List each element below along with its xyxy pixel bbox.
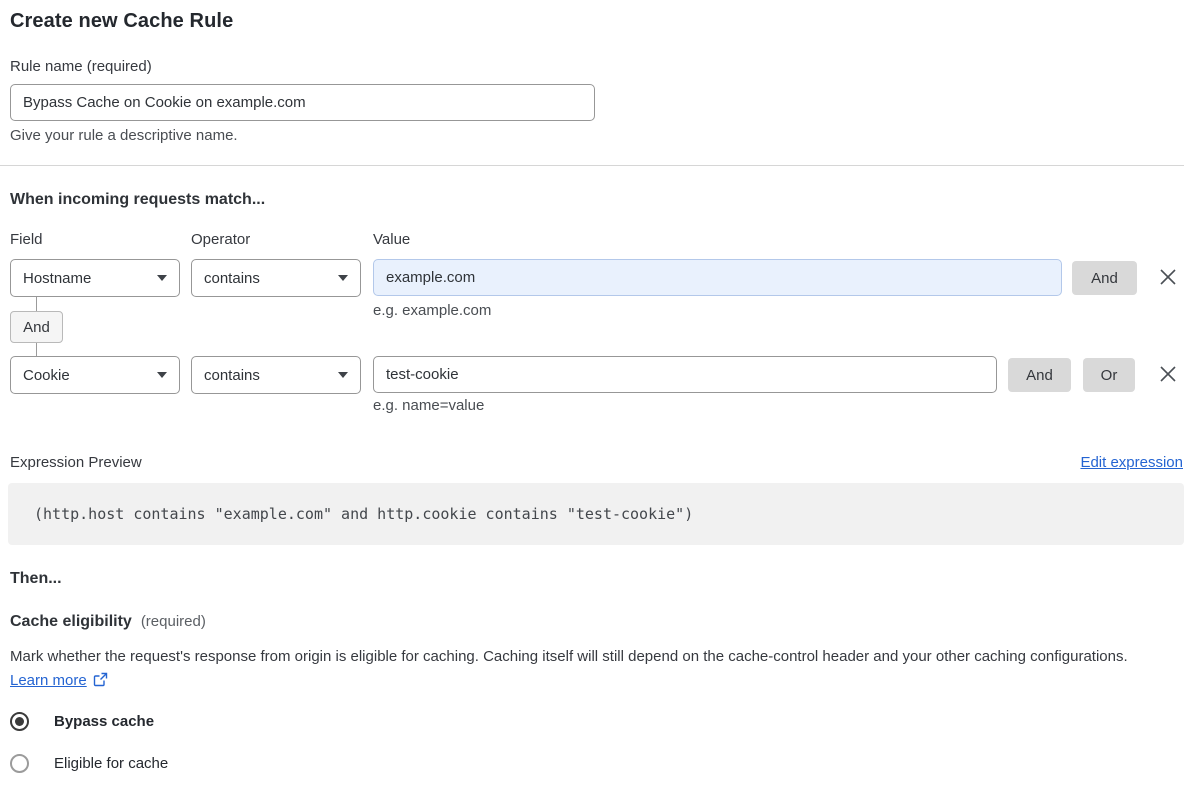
- radio-dot: [15, 717, 24, 726]
- operator-select-row1[interactable]: contains: [191, 259, 361, 297]
- connector-and-button[interactable]: And: [10, 311, 63, 343]
- remove-row2-button[interactable]: [1154, 360, 1182, 388]
- value-hint-row1: e.g. example.com: [373, 302, 492, 319]
- field-select-row1-value: Hostname: [23, 269, 92, 287]
- radio-option-bypass-cache[interactable]: Bypass cache: [10, 712, 154, 731]
- chevron-down-icon: [338, 372, 348, 378]
- column-label-operator: Operator: [191, 231, 251, 248]
- cache-eligibility-description: Mark whether the request's response from…: [10, 645, 1170, 693]
- create-cache-rule-page: Create new Cache Rule Rule name (require…: [0, 0, 1200, 793]
- and-button-row1[interactable]: And: [1072, 261, 1137, 295]
- radio-unselected-icon[interactable]: [10, 754, 29, 773]
- chevron-down-icon: [157, 275, 167, 281]
- radio-selected-icon[interactable]: [10, 712, 29, 731]
- value-input-row1[interactable]: [373, 259, 1062, 296]
- value-hint-row2: e.g. name=value: [373, 397, 485, 414]
- expression-preview-label: Expression Preview: [10, 454, 142, 471]
- rule-name-input[interactable]: [10, 84, 595, 121]
- expression-code-block: (http.host contains "example.com" and ht…: [8, 483, 1184, 545]
- cache-eligibility-heading: Cache eligibility: [10, 613, 132, 630]
- column-label-value: Value: [373, 231, 411, 248]
- operator-select-row1-value: contains: [204, 269, 260, 287]
- required-tag: (required): [140, 613, 206, 630]
- operator-select-row2[interactable]: contains: [191, 356, 361, 394]
- connector-line-bottom: [36, 343, 37, 356]
- field-select-row2[interactable]: Cookie: [10, 356, 180, 394]
- rule-name-label: Rule name (required): [10, 58, 152, 75]
- close-icon: [1160, 269, 1176, 285]
- connector-line-top: [36, 297, 37, 311]
- radio-label-eligible-for-cache: Eligible for cache: [54, 755, 169, 772]
- external-link-icon[interactable]: [93, 672, 108, 687]
- close-icon: [1160, 366, 1176, 382]
- or-button-row2[interactable]: Or: [1083, 358, 1135, 392]
- expression-code: (http.host contains "example.com" and ht…: [34, 505, 694, 523]
- rule-name-helper: Give your rule a descriptive name.: [10, 127, 238, 144]
- description-text: Mark whether the request's response from…: [10, 648, 1128, 665]
- and-button-row2[interactable]: And: [1008, 358, 1071, 392]
- radio-label-bypass-cache: Bypass cache: [54, 713, 155, 730]
- edit-expression-link[interactable]: Edit expression: [1080, 454, 1183, 471]
- page-title: Create new Cache Rule: [10, 10, 234, 32]
- field-select-row1[interactable]: Hostname: [10, 259, 180, 297]
- section-divider: [0, 165, 1184, 166]
- field-select-row2-value: Cookie: [23, 366, 70, 384]
- chevron-down-icon: [338, 275, 348, 281]
- radio-option-eligible-for-cache[interactable]: Eligible for cache: [10, 754, 168, 773]
- column-label-field: Field: [10, 231, 43, 248]
- learn-more-link[interactable]: Learn more: [10, 672, 87, 689]
- match-heading: When incoming requests match...: [10, 191, 266, 208]
- value-input-row2[interactable]: [373, 356, 997, 393]
- then-heading: Then...: [10, 570, 62, 587]
- operator-select-row2-value: contains: [204, 366, 260, 384]
- chevron-down-icon: [157, 372, 167, 378]
- remove-row1-button[interactable]: [1154, 263, 1182, 291]
